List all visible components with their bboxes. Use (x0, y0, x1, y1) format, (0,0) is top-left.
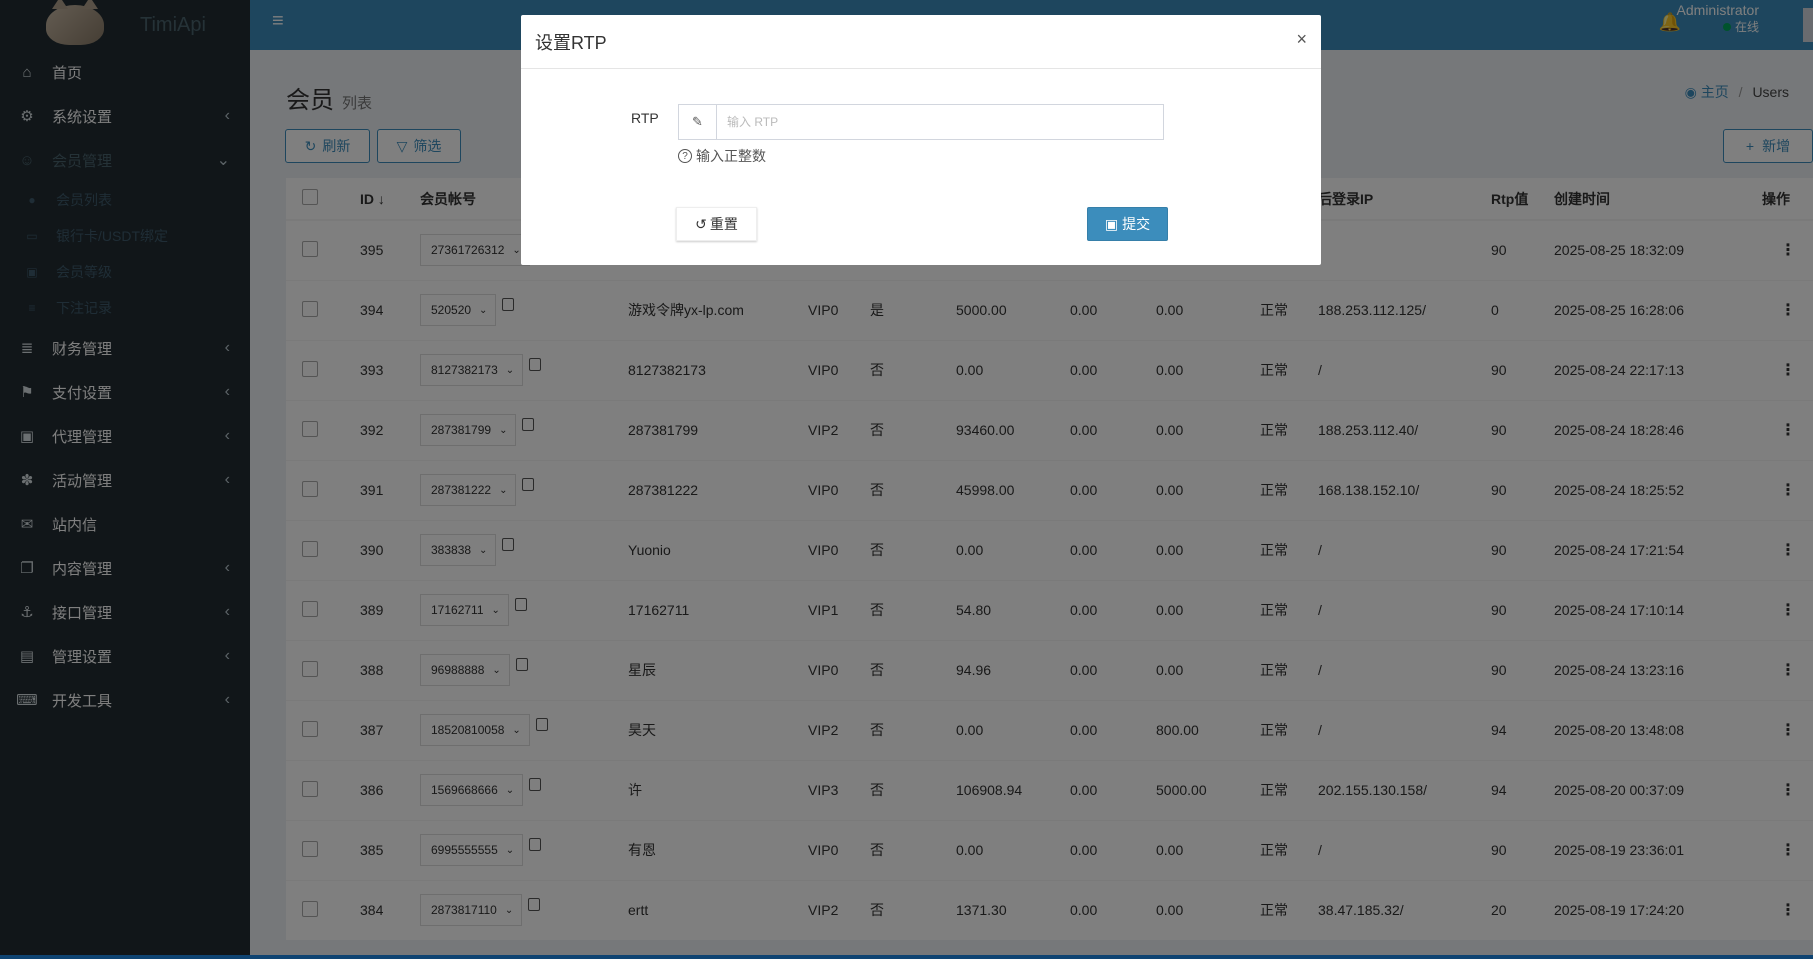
modal-backdrop[interactable]: 设置RTP × RTP ✎ ? 输入正整数 ↺重置 ▣提交 (0, 0, 1813, 959)
rtp-input-group: ✎ (678, 104, 1164, 140)
rtp-input[interactable] (717, 105, 1163, 139)
save-icon: ▣ (1104, 215, 1119, 232)
rtp-help-text: ? 输入正整数 (678, 146, 766, 166)
rtp-field-label: RTP (631, 110, 659, 126)
set-rtp-dialog: 设置RTP × RTP ✎ ? 输入正整数 ↺重置 ▣提交 (521, 15, 1321, 265)
dialog-header: 设置RTP (521, 15, 1321, 69)
close-icon[interactable]: × (1296, 29, 1307, 50)
submit-button[interactable]: ▣ 提交 (1087, 207, 1168, 241)
reset-button[interactable]: ↺ 重置 (676, 207, 757, 241)
question-circle-icon: ? (678, 149, 692, 163)
pencil-icon: ✎ (679, 105, 717, 139)
undo-icon: ↺ (695, 215, 707, 232)
dialog-title: 设置RTP (535, 32, 607, 53)
